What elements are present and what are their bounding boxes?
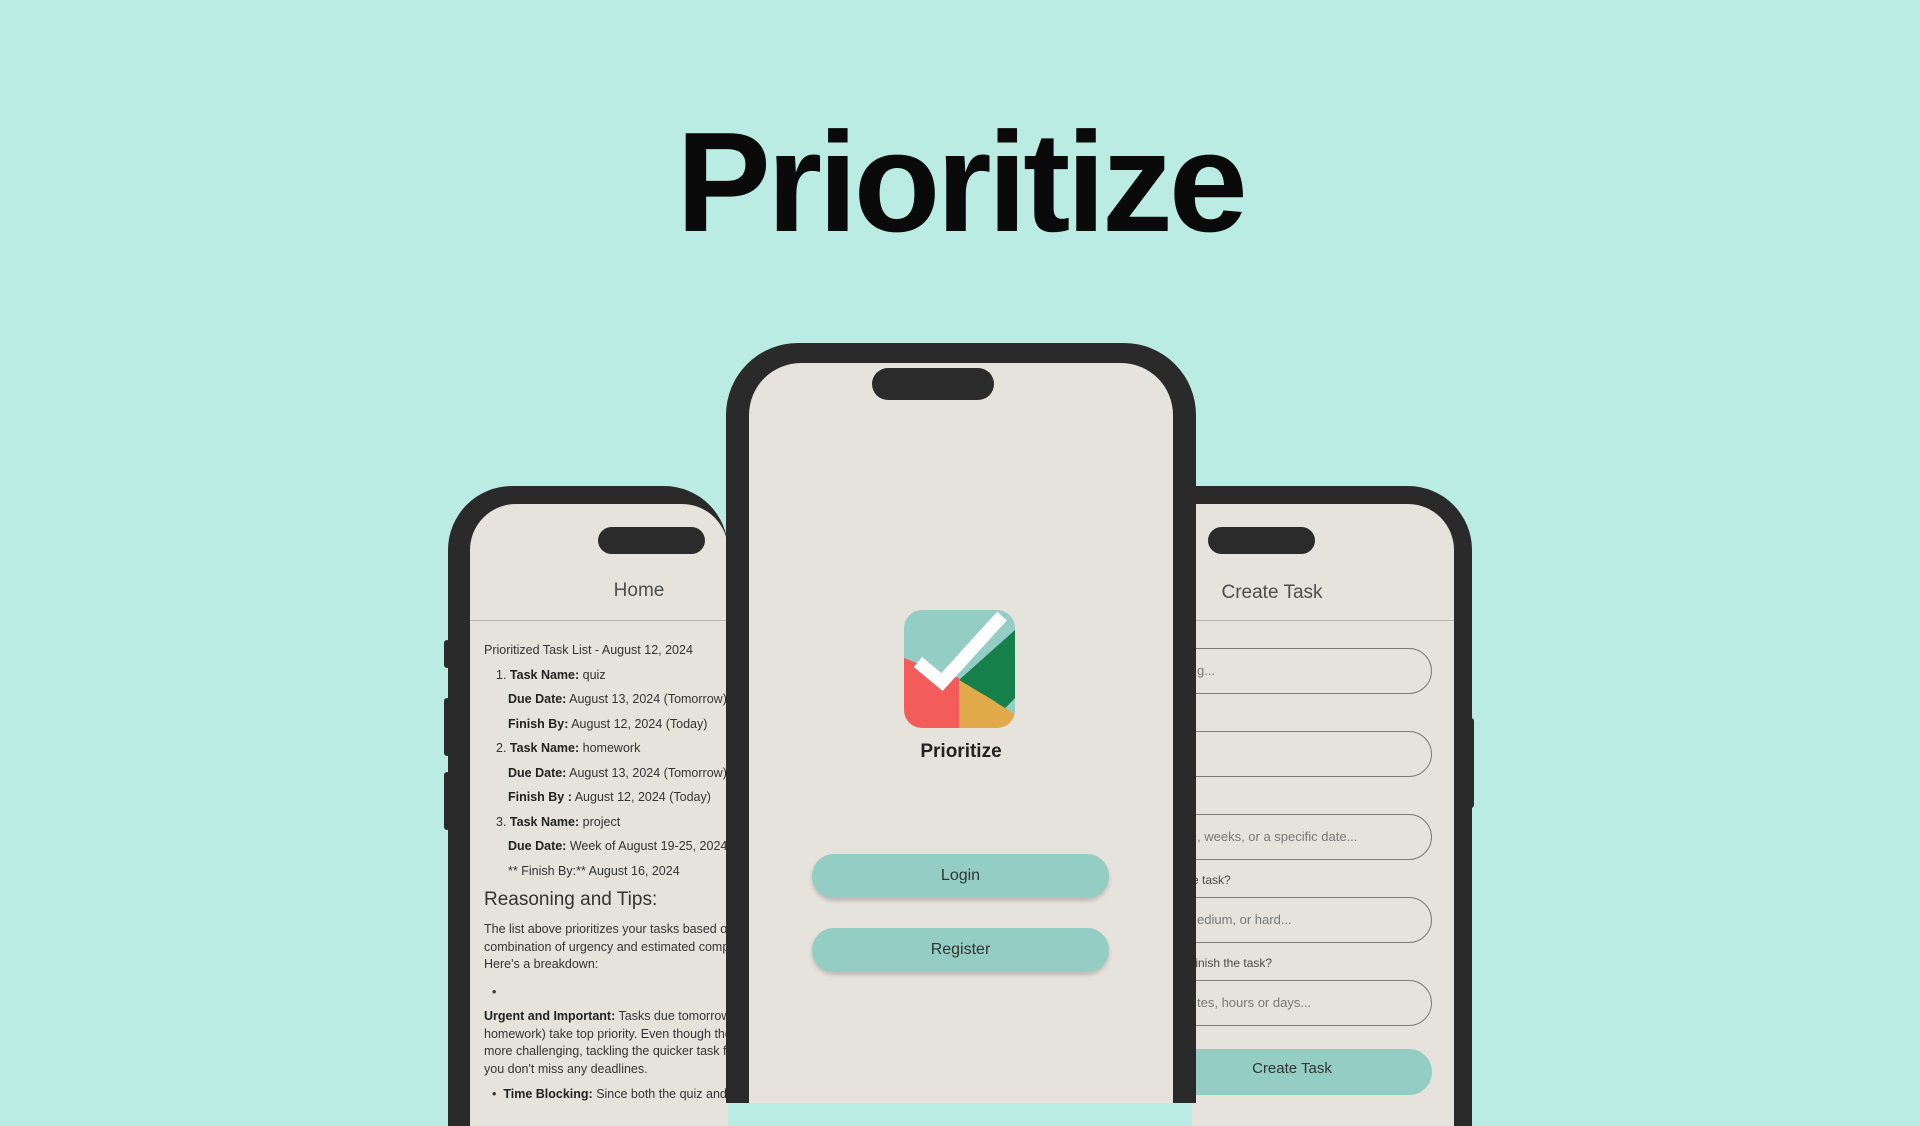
task-name: project	[582, 814, 621, 829]
time-blocking-item: • Time Blocking: Since both the quiz and…	[484, 1086, 728, 1104]
task-number: 1.	[496, 667, 507, 682]
urgent-text: Tasks due tomorrow (quiz and	[618, 1009, 728, 1023]
duration-label: finish the task?	[1192, 956, 1273, 970]
home-screen: Home Prioritized Task List - August 12, …	[470, 504, 728, 1126]
task-name: homework	[582, 741, 641, 755]
field-placeholder: tes, hours or days...	[1197, 995, 1312, 1010]
finish-label: Finish By:	[508, 716, 569, 731]
field-placeholder: edium, or hard...	[1197, 912, 1292, 927]
create-task-screen: Create Task g... , weeks, or a specific …	[1192, 504, 1454, 1126]
task-finish: Finish By: August 12, 2024 (Today)	[484, 712, 728, 737]
task-number: 2.	[496, 741, 507, 755]
task-number: 3.	[496, 814, 507, 829]
due-value: August 13, 2024 (Tomorrow)	[569, 692, 727, 706]
duration-field[interactable]: tes, hours or days...	[1192, 980, 1432, 1026]
task-due: Due Date: August 13, 2024 (Tomorrow)	[484, 761, 728, 786]
prioritized-task-list: Prioritized Task List - August 12, 2024 …	[484, 638, 728, 1104]
welcome-phone-mockup: Prioritize Login Register	[726, 343, 1196, 1103]
home-phone-mockup: Home Prioritized Task List - August 12, …	[448, 486, 728, 1126]
welcome-screen: Prioritize Login Register	[749, 363, 1173, 1103]
reasoning-heading: Reasoning and Tips:	[484, 889, 658, 910]
register-button[interactable]: Register	[812, 928, 1109, 972]
side-button	[1468, 718, 1474, 808]
time-blocking-label: Time Blocking:	[503, 1087, 593, 1101]
nav-divider	[470, 620, 728, 621]
urgent-line-4: you don't miss any deadlines.	[484, 1061, 648, 1076]
create-task-button[interactable]: Create Task	[1192, 1049, 1432, 1095]
nav-divider	[1192, 620, 1454, 621]
task-item: 1. Task Name: quiz	[484, 663, 728, 688]
bullet-dot: •	[492, 1087, 497, 1101]
finish-label: ** Finish By:**	[508, 863, 586, 878]
task-name-label: Task Name:	[509, 667, 580, 682]
task-name-label: Task Name:	[509, 814, 580, 829]
side-button	[444, 698, 450, 756]
finish-value: August 12, 2024 (Today)	[574, 790, 711, 804]
reasoning-text-2: combination of urgency and estimated com…	[484, 939, 728, 954]
task-name-label: Task Name:	[509, 741, 580, 755]
due-date-field[interactable]: , weeks, or a specific date...	[1192, 814, 1432, 860]
side-button	[444, 772, 450, 830]
field-placeholder: , weeks, or a specific date...	[1197, 829, 1358, 844]
create-task-nav-title: Create Task	[1221, 582, 1323, 603]
home-nav-title: Home	[613, 580, 665, 601]
dynamic-island	[598, 527, 705, 554]
login-button[interactable]: Login	[812, 854, 1109, 898]
reasoning-text-1: The list above prioritizes your tasks ba…	[484, 922, 728, 936]
task-due: Due Date: Week of August 19-25, 2024	[484, 834, 728, 859]
finish-value: August 12, 2024 (Today)	[571, 716, 708, 731]
finish-value: August 16, 2024	[588, 863, 680, 878]
finish-label: Finish By :	[508, 790, 572, 804]
task-description-field[interactable]	[1192, 731, 1432, 777]
difficulty-field[interactable]: edium, or hard...	[1192, 897, 1432, 943]
urgent-line-2: homework) take top priority. Even though…	[484, 1026, 728, 1041]
task-finish: ** Finish By:** August 16, 2024	[484, 859, 728, 884]
hero-title: Prioritize	[676, 103, 1248, 262]
dynamic-island	[1208, 527, 1315, 554]
task-finish: Finish By : August 12, 2024 (Today)	[484, 785, 728, 810]
urgent-line-3: more challenging, tackling the quicker t…	[484, 1044, 728, 1058]
dynamic-island	[872, 368, 994, 400]
task-item: 3. Task Name: project	[484, 810, 728, 835]
reasoning-text-3: Here's a breakdown:	[484, 957, 599, 971]
side-button	[444, 640, 450, 668]
field-placeholder: g...	[1197, 663, 1216, 678]
empty-bullet: •	[492, 984, 497, 999]
urgent-label: Urgent and Important:	[484, 1009, 616, 1023]
list-heading: Prioritized Task List - August 12, 2024	[484, 643, 693, 657]
app-logo	[904, 610, 1015, 728]
due-label: Due Date:	[508, 839, 567, 853]
difficulty-label: e task?	[1192, 873, 1231, 887]
due-value: Week of August 19-25, 2024	[569, 839, 728, 853]
time-blocking-text: Since both the quiz and homework	[596, 1087, 728, 1101]
urgent-line-1: Urgent and Important: Tasks due tomorrow…	[484, 1008, 728, 1026]
due-label: Due Date:	[508, 692, 567, 706]
task-due: Due Date: August 13, 2024 (Tomorrow)	[484, 687, 728, 712]
due-value: August 13, 2024 (Tomorrow)	[569, 765, 727, 780]
task-item: 2. Task Name: homework	[484, 736, 728, 761]
task-name: quiz	[582, 667, 606, 682]
task-name-field[interactable]: g...	[1192, 648, 1432, 694]
due-label: Due Date:	[508, 765, 567, 780]
app-name: Prioritize	[920, 741, 1002, 762]
create-task-phone-mockup: Create Task g... , weeks, or a specific …	[1192, 486, 1472, 1126]
